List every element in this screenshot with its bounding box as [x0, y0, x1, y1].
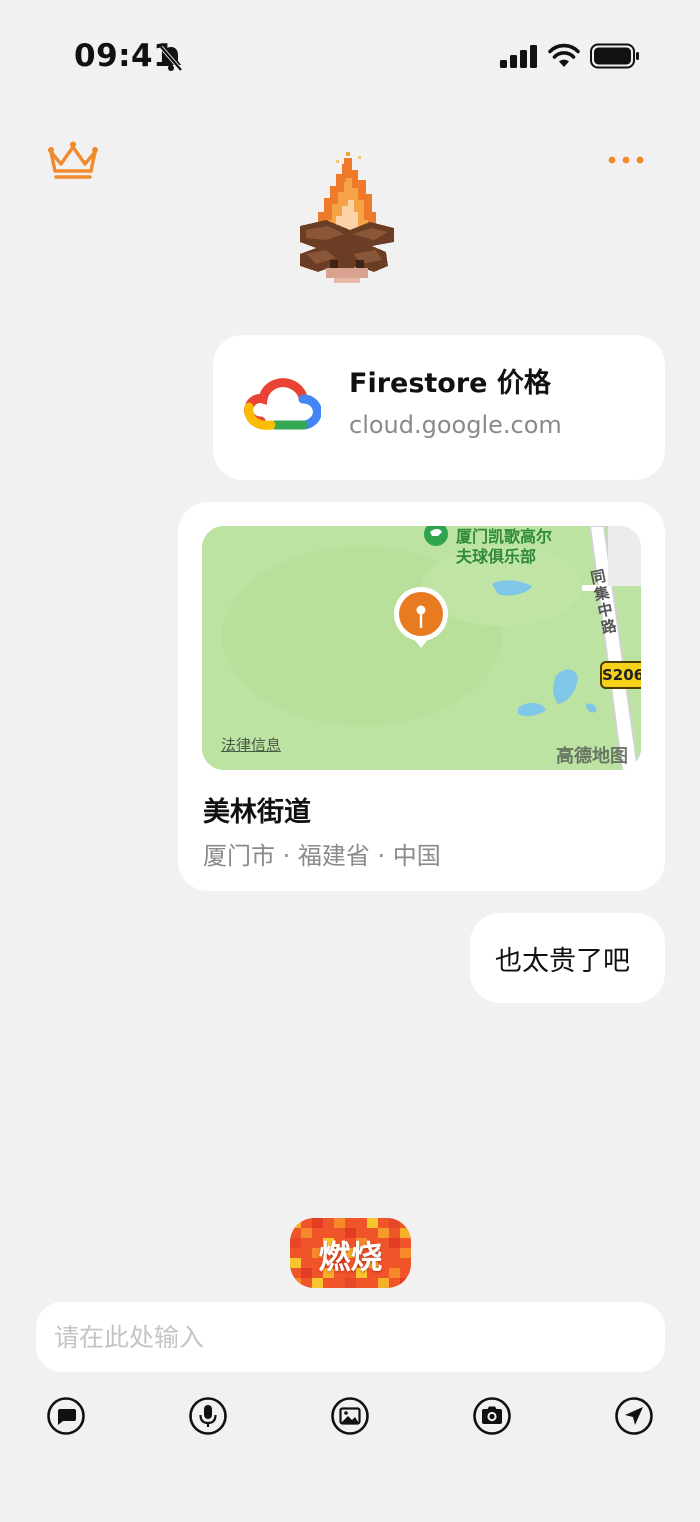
cellular-signal-icon — [500, 45, 537, 68]
more-dots-icon[interactable] — [604, 146, 648, 174]
location-card-message[interactable]: 厦门凯歌高尔 夫球俱乐部 同集中路 S206 法律信息 高德地图 美林街道 厦门… — [178, 502, 665, 891]
text-message[interactable]: 也太贵了吧 — [470, 913, 665, 1003]
burn-button[interactable]: 燃烧 — [290, 1218, 411, 1288]
link-card-message[interactable]: Firestore 价格 cloud.google.com — [213, 335, 665, 480]
image-icon[interactable] — [330, 1396, 370, 1436]
wifi-icon — [548, 43, 580, 67]
google-cloud-logo — [244, 378, 321, 430]
map-legal-link[interactable]: 法律信息 — [221, 734, 281, 755]
microphone-icon[interactable] — [188, 1396, 228, 1436]
place-address: 厦门市 · 福建省 · 中国 — [203, 842, 441, 870]
map-road-badge: S206 — [600, 661, 641, 689]
map-poi-label: 厦门凯歌高尔 夫球俱乐部 — [456, 527, 553, 566]
campfire-icon — [300, 152, 394, 283]
burn-button-label: 燃烧 — [318, 1238, 383, 1276]
message-text: 也太贵了吧 — [495, 946, 630, 977]
location-arrow-icon[interactable] — [614, 1396, 654, 1436]
status-bar: 09:41 — [0, 0, 700, 110]
bell-off-icon — [159, 45, 183, 72]
chat-bubble-icon[interactable] — [46, 1396, 86, 1436]
crown-icon[interactable] — [46, 138, 100, 182]
link-domain: cloud.google.com — [349, 411, 562, 439]
battery-icon — [590, 43, 639, 69]
message-input[interactable] — [36, 1302, 665, 1372]
map-preview[interactable]: 厦门凯歌高尔 夫球俱乐部 同集中路 S206 法律信息 高德地图 — [202, 526, 641, 770]
map-brand-logo: 高德地图 — [556, 746, 628, 767]
place-name: 美林街道 — [203, 797, 311, 828]
camera-icon[interactable] — [472, 1396, 512, 1436]
link-title: Firestore 价格 — [349, 368, 551, 399]
